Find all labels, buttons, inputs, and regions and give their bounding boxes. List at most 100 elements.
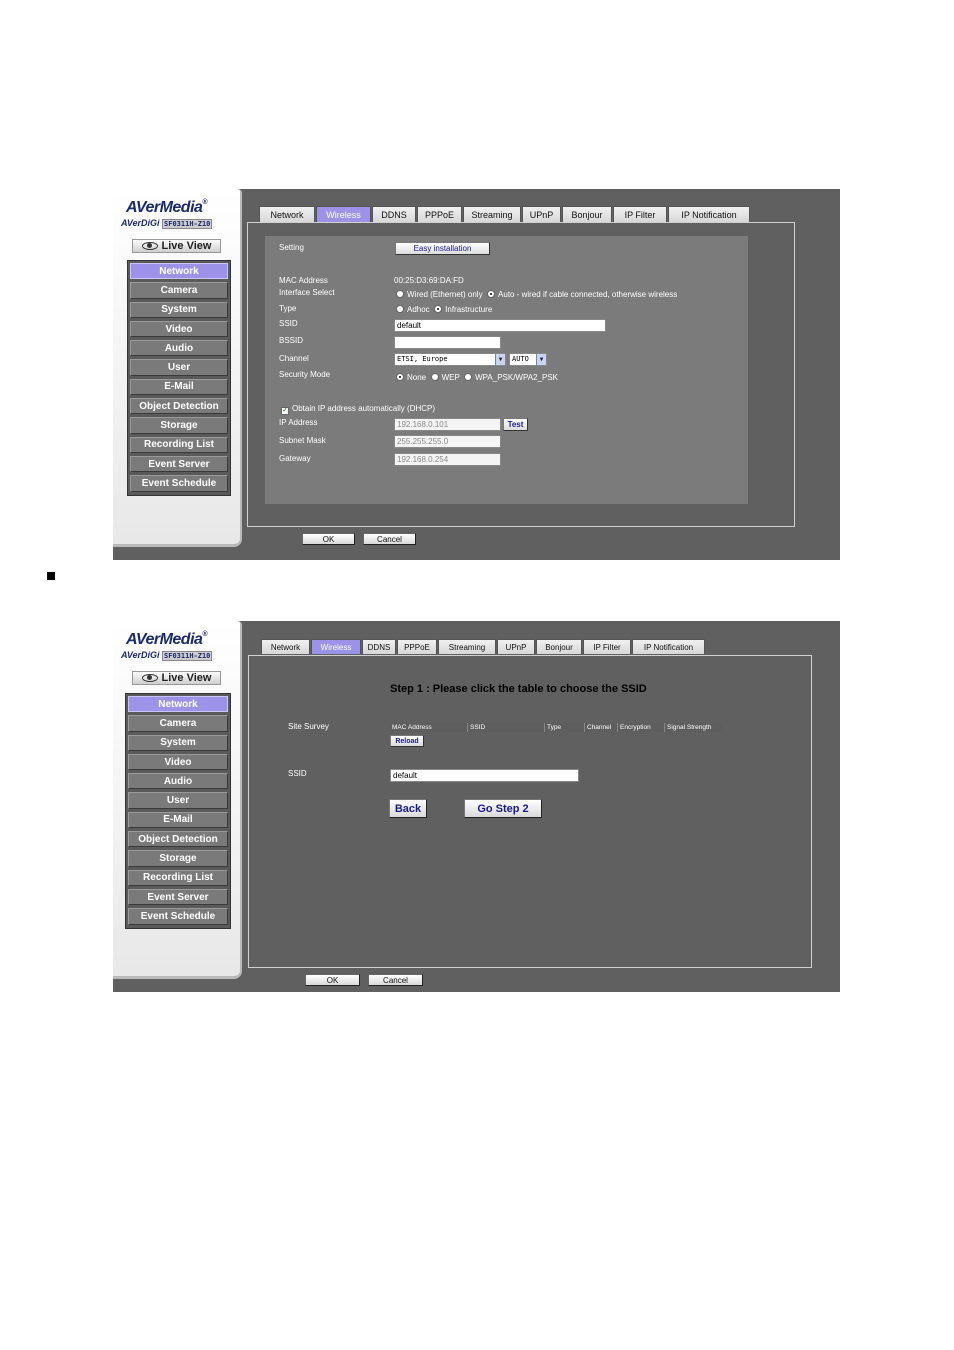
site-survey-label: Site Survey <box>288 722 329 731</box>
col-ssid: SSID <box>468 723 545 732</box>
infrastructure-label: Infrastructure <box>445 305 493 314</box>
tab-network[interactable]: Network <box>259 206 315 222</box>
tab-bar: Network Wireless DDNS PPPoE Streaming UP… <box>261 639 706 654</box>
sidebar-item-camera[interactable]: Camera <box>128 715 228 732</box>
sidebar-item-object-detection[interactable]: Object Detection <box>130 398 228 415</box>
sidebar-item-email[interactable]: E-Mail <box>128 811 228 829</box>
ok-button[interactable]: OK <box>302 533 355 545</box>
reload-button[interactable]: Reload <box>390 735 424 747</box>
tab-bonjour[interactable]: Bonjour <box>536 639 582 654</box>
sidebar-item-system[interactable]: System <box>130 301 228 318</box>
tab-ip-notification[interactable]: IP Notification <box>668 206 750 222</box>
tab-bar: Network Wireless DDNS PPPoE Streaming UP… <box>259 206 751 222</box>
easy-installation-button[interactable]: Easy installation <box>395 242 490 255</box>
setting-label: Setting <box>279 243 304 252</box>
interface-select-label: Interface Select <box>279 288 335 297</box>
bullet-marker <box>47 572 55 580</box>
subnet-mask-label: Subnet Mask <box>279 436 326 445</box>
adhoc-radio[interactable] <box>396 305 404 313</box>
tab-ip-filter[interactable]: IP Filter <box>613 206 667 222</box>
ip-address-input[interactable]: 192.168.0.101 <box>394 418 501 431</box>
sidebar-menu: Network Camera System Video Audio User E… <box>125 693 231 929</box>
tab-wireless[interactable]: Wireless <box>316 206 371 222</box>
tab-wireless[interactable]: Wireless <box>311 639 361 654</box>
live-view-button[interactable]: Live View <box>132 239 221 253</box>
sec-wpa-radio[interactable] <box>464 373 473 381</box>
eye-icon <box>141 674 158 682</box>
sidebar-item-camera[interactable]: Camera <box>130 282 228 299</box>
live-view-button[interactable]: Live View <box>132 671 221 685</box>
cancel-button[interactable]: Cancel <box>368 974 423 986</box>
dhcp-label: Obtain IP address automatically (DHCP) <box>292 404 436 413</box>
back-button[interactable]: Back <box>389 799 427 818</box>
sidebar-item-storage[interactable]: Storage <box>130 417 228 434</box>
sidebar-item-system[interactable]: System <box>128 734 228 751</box>
sidebar-item-network[interactable]: Network <box>130 263 228 280</box>
tab-streaming[interactable]: Streaming <box>438 639 496 654</box>
tab-pppoe[interactable]: PPPoE <box>397 639 437 654</box>
sidebar-item-network[interactable]: Network <box>128 696 228 713</box>
subnet-mask-input[interactable]: 255.255.255.0 <box>394 435 501 448</box>
tab-streaming[interactable]: Streaming <box>463 206 521 222</box>
tab-ddns[interactable]: DDNS <box>362 639 396 654</box>
bssid-label: BSSID <box>279 336 304 345</box>
sidebar-item-event-schedule[interactable]: Event Schedule <box>128 908 228 925</box>
bssid-input[interactable] <box>394 336 501 349</box>
tab-pppoe[interactable]: PPPoE <box>417 206 462 222</box>
ip-address-label: IP Address <box>279 418 318 427</box>
wired-only-label: Wired (Ethernet) only <box>407 290 483 299</box>
dhcp-checkbox[interactable]: ✓ <box>281 407 289 415</box>
sidebar-item-recording-list[interactable]: Recording List <box>128 869 228 886</box>
dhcp-option: ✓ Obtain IP address automatically (DHCP) <box>281 404 435 415</box>
sidebar-item-video[interactable]: Video <box>130 320 228 338</box>
sidebar-item-user[interactable]: User <box>128 792 228 809</box>
sidebar-item-audio[interactable]: Audio <box>130 340 228 357</box>
sidebar-item-email[interactable]: E-Mail <box>130 378 228 396</box>
sidebar: AVerMedia® AVerDiGi SF0311H-Z10 Live Vie… <box>113 189 242 547</box>
ssid-input[interactable]: default <box>390 769 579 782</box>
eye-icon <box>141 242 158 250</box>
tab-ip-notification[interactable]: IP Notification <box>632 639 705 654</box>
go-step-2-button[interactable]: Go Step 2 <box>464 799 542 818</box>
tab-ddns[interactable]: DDNS <box>372 206 416 222</box>
channel-select[interactable]: AUTO ▼ <box>509 353 547 366</box>
test-button[interactable]: Test <box>503 418 528 431</box>
sidebar-item-event-server[interactable]: Event Server <box>128 888 228 906</box>
wired-only-radio[interactable] <box>396 290 404 298</box>
col-channel: Channel <box>585 723 618 732</box>
sidebar-item-storage[interactable]: Storage <box>128 850 228 867</box>
gateway-input[interactable]: 192.168.0.254 <box>394 453 501 466</box>
tab-ip-filter[interactable]: IP Filter <box>583 639 631 654</box>
sidebar-item-event-server[interactable]: Event Server <box>130 455 228 473</box>
sidebar-item-user[interactable]: User <box>130 359 228 376</box>
mac-address-label: MAC Address <box>279 276 328 285</box>
sidebar-item-recording-list[interactable]: Recording List <box>130 436 228 453</box>
site-survey-screenshot: AVerMedia® AVerDiGi SF0311H-Z10 Live Vie… <box>113 621 840 992</box>
tab-upnp[interactable]: UPnP <box>522 206 561 222</box>
auto-radio[interactable] <box>487 290 496 298</box>
settings-panel: Setting Easy installation MAC Address 00… <box>265 236 748 504</box>
cancel-button[interactable]: Cancel <box>363 533 416 545</box>
sidebar-item-object-detection[interactable]: Object Detection <box>128 831 228 848</box>
sec-none-radio[interactable] <box>396 373 404 381</box>
chevron-down-icon: ▼ <box>536 354 546 365</box>
sidebar-item-video[interactable]: Video <box>128 753 228 771</box>
mac-address-value: 00:25:D3:69:DA:FD <box>394 276 464 285</box>
tab-network[interactable]: Network <box>261 639 310 654</box>
col-signal-strength: Signal Strength <box>667 724 712 731</box>
site-survey-table-header[interactable]: MAC Address SSID Type Channel Encryption… <box>390 723 722 732</box>
sidebar-item-event-schedule[interactable]: Event Schedule <box>130 475 228 492</box>
sec-wep-radio[interactable] <box>430 373 439 381</box>
infrastructure-radio[interactable] <box>434 305 443 313</box>
tab-bonjour[interactable]: Bonjour <box>562 206 612 222</box>
ok-button[interactable]: OK <box>305 974 360 986</box>
interface-options: Wired (Ethernet) only Auto - wired if ca… <box>396 290 677 299</box>
chevron-down-icon: ▼ <box>495 354 505 365</box>
channel-region-select[interactable]: ETSI, Europe ▼ <box>394 353 506 366</box>
col-type: Type <box>545 723 585 732</box>
sidebar-item-audio[interactable]: Audio <box>128 773 228 790</box>
ssid-input[interactable]: default <box>394 319 606 332</box>
tab-upnp[interactable]: UPnP <box>497 639 535 654</box>
gateway-label: Gateway <box>279 454 311 463</box>
step-title: Step 1 : Please click the table to choos… <box>390 683 647 695</box>
